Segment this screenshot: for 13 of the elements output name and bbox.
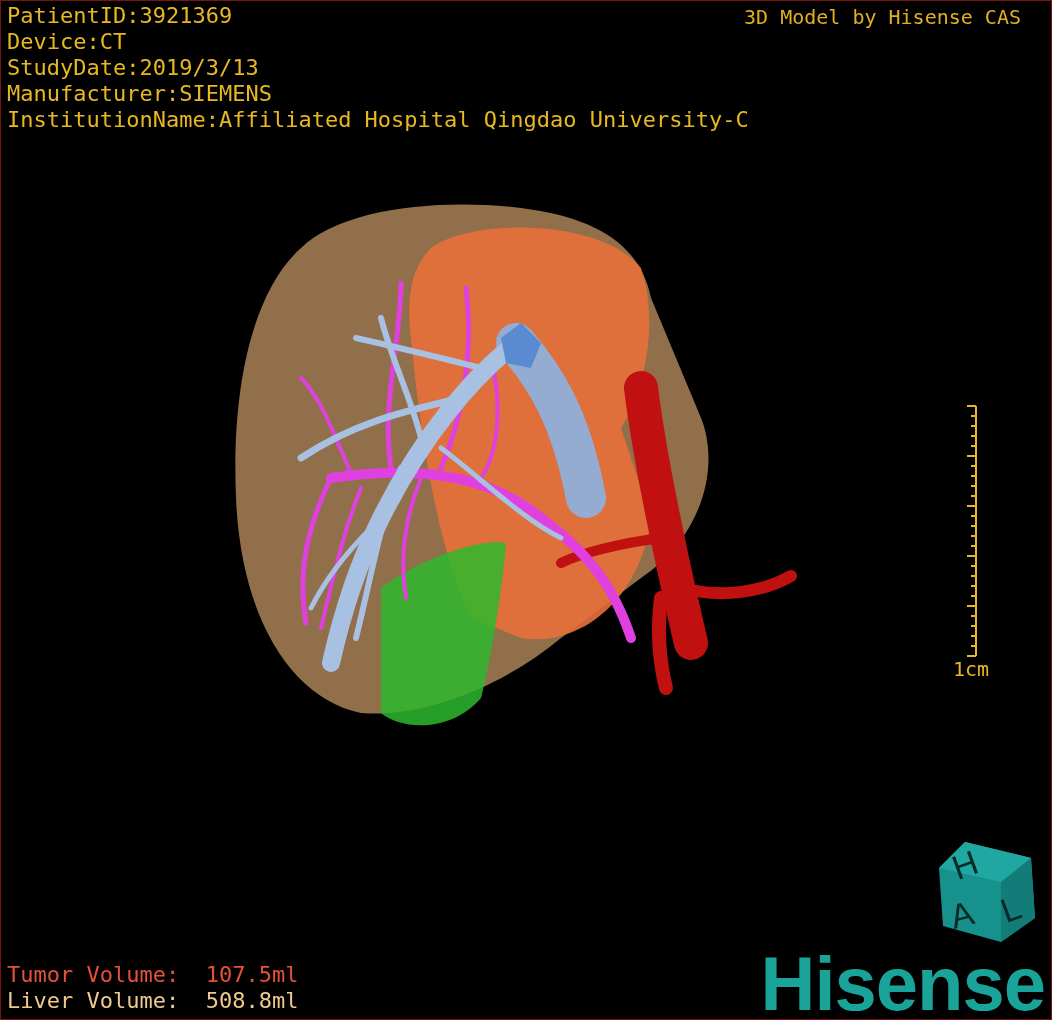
cube-letter: A bbox=[946, 893, 978, 936]
dicom-info-text: Device:CT bbox=[7, 29, 128, 55]
cube-letter: H bbox=[946, 842, 983, 887]
dicom-info-text: InstitutionName:Affiliated Hospital Qingdao University-C bbox=[7, 107, 749, 133]
cube-letter: L bbox=[995, 887, 1027, 930]
dicom-info-text: PatientID:3921369 bbox=[7, 3, 234, 29]
volume-reading: Liver Volume: 508.8ml bbox=[7, 988, 299, 1014]
volume-reading: Tumor Volume: 107.5ml bbox=[7, 962, 299, 988]
brand-logo-text: Hisense bbox=[760, 946, 1046, 1019]
scale-label: 1cm bbox=[953, 657, 990, 681]
dicom-info-text: StudyDate:2019/3/13 bbox=[7, 55, 260, 81]
dicom-info-text: Manufacturer:SIEMENS bbox=[7, 81, 273, 107]
credit-text: 3D Model by Hisense CAS bbox=[744, 4, 1022, 31]
